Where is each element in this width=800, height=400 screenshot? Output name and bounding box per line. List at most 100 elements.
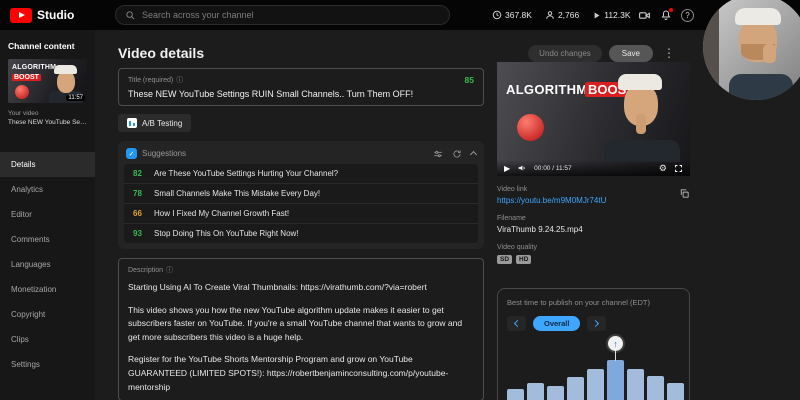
video-quality-label: Video quality (497, 244, 537, 251)
ab-testing-label: A/B Testing (142, 118, 183, 128)
description-paragraph: Register for the YouTube Shorts Mentorsh… (128, 354, 449, 392)
search-bar[interactable]: Search across your channel (115, 5, 450, 25)
thumbnail-person-cap (618, 74, 662, 90)
suggestion-text: Are These YouTube Settings Hurting Your … (154, 169, 339, 178)
page-title: Video details (118, 45, 205, 61)
sidebar: Channel content ALGORITHM BOOST 11:57 Yo… (0, 30, 95, 400)
suggestion-row[interactable]: 78 Small Channels Make This Mistake Ever… (124, 183, 478, 203)
sidebar-item-editor[interactable]: Editor (0, 202, 95, 227)
play-button[interactable]: ▶ (504, 164, 510, 173)
sidebar-item-settings[interactable]: Settings (0, 352, 95, 377)
top-bar: Studio Search across your channel 367.8K… (0, 0, 800, 30)
search-placeholder: Search across your channel (142, 10, 254, 20)
thumbnail-person-hand (636, 114, 646, 134)
topbar-icon-group: ? (638, 0, 694, 30)
video-player[interactable]: ALGORITHM BOOST ▶ 00:00 / 11:57 ⚙ (497, 62, 690, 176)
more-options-icon[interactable]: ⋮ (660, 46, 678, 60)
sidebar-item-monetization[interactable]: Monetization (0, 277, 95, 302)
stat-subscribers[interactable]: 2,766 (545, 10, 579, 20)
sidebar-menu: Details Analytics Editor Comments Langua… (0, 152, 95, 377)
title-field[interactable]: Title (required) ⓘ 85 These NEW YouTube … (118, 68, 484, 106)
title-score: 85 (464, 75, 474, 85)
channel-stats: 367.8K 2,766 112.3K (492, 0, 631, 30)
record-icon[interactable] (638, 9, 651, 22)
best-time-bar (647, 376, 664, 400)
webcam-person-hand (763, 44, 776, 63)
suggestion-row[interactable]: 82 Are These YouTube Settings Hurting Yo… (124, 164, 478, 183)
studio-logo[interactable]: Studio (10, 7, 74, 23)
notifications-button[interactable] (660, 8, 673, 21)
hd-badge: HD (516, 255, 532, 264)
sidebar-item-languages[interactable]: Languages (0, 252, 95, 277)
player-time: 00:00 / 11:57 (534, 164, 572, 172)
sidebar-item-analytics[interactable]: Analytics (0, 177, 95, 202)
best-time-chart: ↑ (507, 335, 684, 400)
video-link[interactable]: https://youtu.be/m9M0MJr74tU (497, 196, 690, 205)
suggestion-text: How I Fixed My Channel Growth Fast! (154, 209, 290, 218)
views-icon (594, 12, 600, 18)
suggestion-row[interactable]: 93 Stop Doing This On YouTube Right Now! (124, 223, 478, 243)
video-link-label: Video link (497, 186, 528, 193)
description-paragraph: This video shows you how the new YouTube… (128, 304, 463, 342)
best-time-bar (507, 389, 524, 400)
stat-views[interactable]: 112.3K (592, 10, 631, 20)
ab-testing-icon (127, 118, 137, 128)
thumbnail-red-ball (15, 85, 29, 99)
title-label: Title (required) ⓘ (128, 75, 183, 85)
filter-icon[interactable] (433, 149, 443, 159)
stat-watch-time[interactable]: 367.8K (492, 10, 532, 20)
description-field[interactable]: Description ⓘ Starting Using AI To Creat… (118, 258, 484, 400)
search-icon (126, 10, 135, 19)
youtube-studio-app: { "colors": { "accent": "#3ea6ff", "scor… (0, 0, 800, 400)
volume-icon[interactable] (517, 163, 527, 173)
best-time-bar (627, 369, 644, 400)
sidebar-item-details[interactable]: Details (0, 152, 95, 177)
suggestion-score: 66 (133, 209, 142, 218)
best-time-bar (607, 360, 624, 400)
filename-label: Filename (497, 215, 526, 222)
thumbnail-person-body (604, 140, 680, 162)
best-time-bar (547, 386, 564, 400)
refresh-icon[interactable] (452, 149, 462, 159)
sd-badge: SD (497, 255, 513, 264)
thumbnail-person-face (57, 71, 75, 93)
your-video-label: Your video (8, 110, 39, 117)
help-button[interactable]: ? (681, 8, 694, 22)
youtube-logo-icon (10, 7, 32, 23)
suggestion-text: Small Channels Make This Mistake Every D… (154, 189, 321, 198)
sidebar-item-copyright[interactable]: Copyright (0, 302, 95, 327)
webcam-background-edge (703, 0, 719, 100)
title-input[interactable]: These NEW YouTube Settings RUIN Small Ch… (128, 89, 474, 99)
suggestions-panel: ✓ Suggestions 82 Are These YouTube Setti… (118, 141, 484, 249)
description-label-text: Description (128, 266, 164, 274)
fullscreen-icon[interactable] (674, 164, 683, 173)
webcam-person-cap (735, 8, 781, 25)
sidebar-item-comments[interactable]: Comments (0, 227, 95, 252)
suggestion-row[interactable]: 66 How I Fixed My Channel Growth Fast! (124, 203, 478, 223)
overall-tab[interactable]: Overall (533, 316, 581, 331)
stat-value: 367.8K (505, 10, 532, 20)
video-thumbnail[interactable]: ALGORITHM BOOST 11:57 (8, 59, 87, 103)
next-button[interactable] (587, 316, 607, 331)
duration-badge: 11:57 (66, 95, 85, 101)
player-thumbnail: ALGORITHM BOOST (497, 62, 690, 176)
scheduled-publish-marker: ↑ (608, 336, 623, 351)
prev-button[interactable] (507, 316, 526, 331)
save-button[interactable]: Save (608, 44, 653, 62)
info-icon: ⓘ (166, 267, 174, 274)
vidiq-logo-icon: ✓ (126, 148, 137, 159)
ab-testing-button[interactable]: A/B Testing (118, 114, 192, 132)
collapse-icon[interactable] (469, 150, 478, 159)
suggestions-header: ✓ Suggestions (124, 146, 478, 164)
stat-value: 112.3K (604, 10, 631, 20)
subscribers-icon (546, 11, 554, 19)
best-time-bar (567, 377, 584, 400)
copy-icon[interactable] (679, 188, 690, 199)
undo-changes-button[interactable]: Undo changes (528, 44, 602, 62)
suggestions-list: 82 Are These YouTube Settings Hurting Yo… (124, 164, 478, 243)
description-label-row: Description ⓘ (128, 265, 474, 275)
sidebar-item-clips[interactable]: Clips (0, 327, 95, 352)
chevron-right-icon (592, 319, 600, 328)
thumbnail-text-line2: BOOST (12, 74, 41, 81)
player-settings-icon[interactable]: ⚙ (659, 163, 667, 174)
